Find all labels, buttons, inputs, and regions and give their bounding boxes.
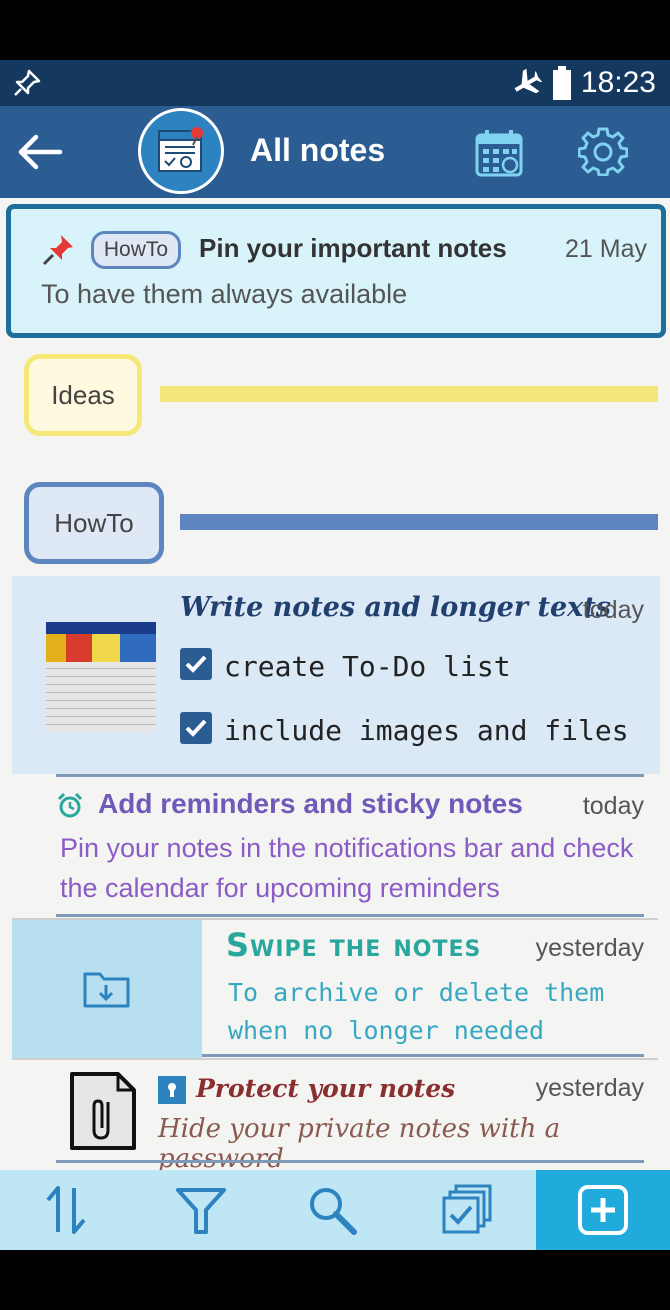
settings-gear-icon[interactable] (578, 126, 628, 176)
status-time: 18:23 (580, 66, 656, 99)
note-date: yesterday (535, 934, 644, 962)
note-title: Protect your notes (196, 1074, 456, 1103)
group-divider-ideas (160, 386, 658, 402)
tag-chip: HowTo (91, 231, 181, 269)
airplane-icon (514, 68, 542, 94)
filter-icon[interactable] (172, 1182, 230, 1238)
note-date: yesterday (535, 1074, 644, 1102)
note-date: today (582, 596, 644, 624)
alarm-clock-icon (57, 792, 83, 818)
checkbox-checked[interactable] (180, 712, 212, 744)
note-title: Pin your important notes (199, 233, 507, 263)
group-divider-howto (180, 514, 658, 530)
page-title: All notes (250, 132, 386, 168)
note-divider (202, 1054, 644, 1057)
notes-list[interactable]: HowTo Pin your important notes 21 May To… (0, 198, 670, 1170)
row-separator (12, 1058, 658, 1060)
note-divider (56, 1160, 644, 1163)
note-text: To archive or delete them when no longer… (228, 978, 605, 1045)
swipe-action-panel[interactable] (12, 920, 202, 1058)
archive-folder-icon[interactable] (82, 968, 132, 1010)
checklist-item: include images and files (224, 714, 629, 747)
note-card[interactable]: Write notes and longer texts today creat… (12, 576, 660, 774)
calendar-icon[interactable] (474, 128, 524, 178)
note-title: Write notes and longer texts (180, 592, 611, 623)
note-text: Pin your notes in the notifications bar … (60, 833, 634, 903)
note-divider (56, 774, 644, 777)
pinned-note-card[interactable]: HowTo Pin your important notes 21 May To… (6, 204, 666, 338)
search-icon[interactable] (304, 1182, 362, 1238)
note-divider (56, 914, 644, 917)
app-logo-icon (158, 127, 203, 172)
status-bar: 18:23 (0, 60, 670, 106)
checkbox-checked[interactable] (180, 648, 212, 680)
pushpin-icon (42, 235, 73, 266)
group-header-howto[interactable]: HowTo (24, 482, 164, 564)
note-text: To have them always available (41, 279, 408, 309)
group-header-ideas[interactable]: Ideas (24, 354, 142, 436)
bottom-toolbar (0, 1170, 670, 1250)
battery-icon (553, 66, 571, 100)
note-title: Swipe the notes (226, 926, 482, 964)
checklist-item: create To-Do list (224, 650, 511, 683)
attachment-file-icon (70, 1072, 136, 1150)
add-note-icon (578, 1185, 628, 1235)
app-logo (138, 108, 224, 194)
add-note-button[interactable] (536, 1170, 670, 1250)
note-image-thumbnail (46, 622, 156, 732)
pin-status-icon (14, 69, 41, 96)
multi-select-icon[interactable] (438, 1182, 496, 1238)
sort-icon[interactable] (38, 1182, 96, 1238)
lock-icon (158, 1076, 186, 1104)
note-date: today (582, 792, 644, 820)
note-title: Add reminders and sticky notes (98, 788, 523, 819)
note-date: 21 May (565, 235, 647, 263)
app-bar: All notes (0, 106, 670, 198)
back-arrow-icon[interactable] (16, 132, 64, 172)
